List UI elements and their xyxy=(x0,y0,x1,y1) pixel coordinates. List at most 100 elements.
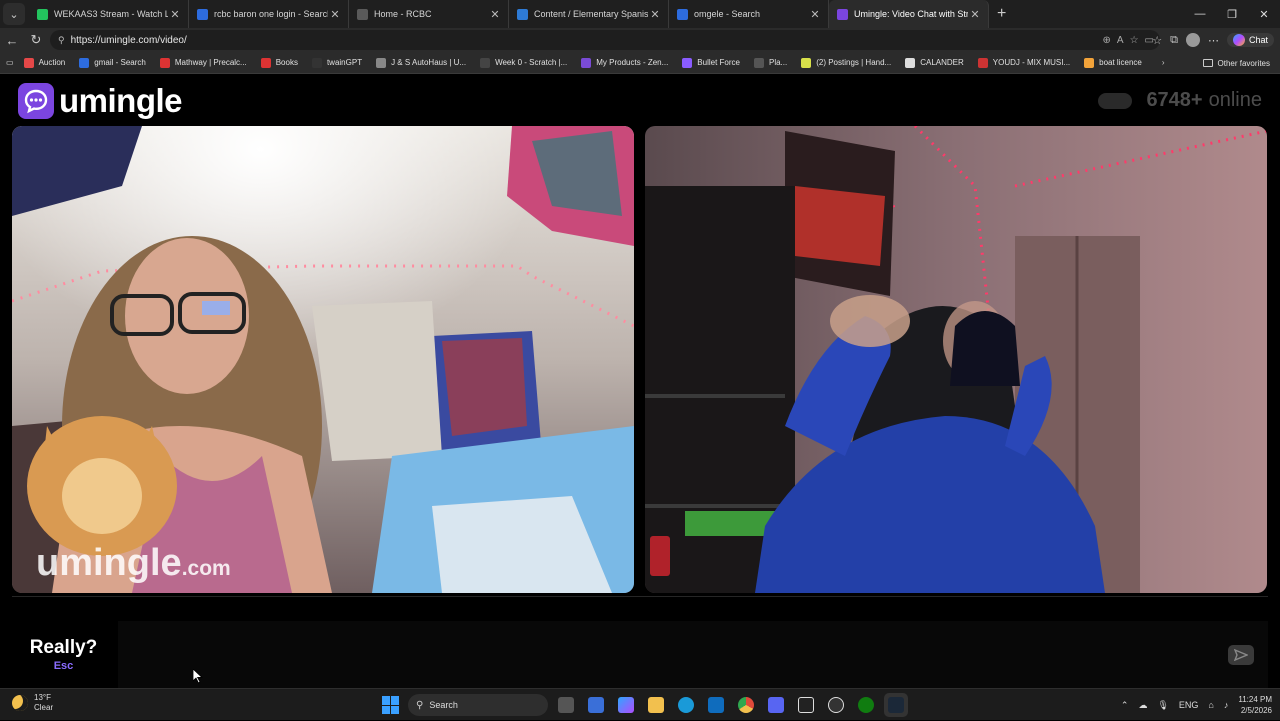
bookmark-item[interactable]: (2) Postings | Hand... xyxy=(801,57,892,68)
skip-esc-button[interactable]: Really? Esc xyxy=(12,621,115,688)
taskbar-search[interactable]: ⚲ Search xyxy=(408,694,548,716)
obs-icon[interactable] xyxy=(824,693,848,717)
window-controls: — ❐ ✕ xyxy=(1184,0,1280,28)
favorites-icon[interactable]: ☆ xyxy=(1152,34,1162,47)
back-button[interactable]: ← xyxy=(0,28,24,52)
weather-desc: Clear xyxy=(34,703,54,712)
weather-widget[interactable]: 13°F Clear xyxy=(12,693,53,713)
close-window-button[interactable]: ✕ xyxy=(1248,0,1280,28)
edge-icon[interactable] xyxy=(674,693,698,717)
profile-avatar[interactable] xyxy=(1185,33,1200,47)
xbox-icon[interactable] xyxy=(854,693,878,717)
bookmark-item[interactable]: CALANDER xyxy=(905,57,964,68)
taskbar-search-label: Search xyxy=(429,700,458,710)
tab-close-icon[interactable]: ✕ xyxy=(328,8,342,21)
bookmark-item[interactable]: Mathway | Precalc... xyxy=(159,57,247,68)
tab-close-icon[interactable]: ✕ xyxy=(648,8,662,21)
bookmark-item[interactable]: J & S AutoHaus | U... xyxy=(376,57,466,68)
bookmark-item[interactable]: My Products - Zen... xyxy=(581,57,669,68)
logo-text: umingle xyxy=(59,82,183,119)
task-view-icon[interactable] xyxy=(554,693,578,717)
esc-key-hint: Esc xyxy=(53,660,74,672)
bookmark-label: (2) Postings | Hand... xyxy=(816,58,892,67)
moon-icon xyxy=(12,695,28,711)
send-arrow-icon xyxy=(1234,649,1248,661)
restore-button[interactable]: ❐ xyxy=(1216,0,1248,28)
discord-icon[interactable] xyxy=(764,693,788,717)
umingle-watermark: umingle.com xyxy=(36,542,231,585)
copilot-app-icon[interactable] xyxy=(614,693,638,717)
browser-tab[interactable]: omgele - Search ✕ xyxy=(669,0,829,28)
file-explorer-icon[interactable] xyxy=(644,693,668,717)
tab-close-icon[interactable]: ✕ xyxy=(808,8,822,21)
steam-icon[interactable] xyxy=(884,693,908,717)
store-icon[interactable] xyxy=(584,693,608,717)
bookmark-label: Bullet Force xyxy=(697,58,740,67)
umingle-page: umingle 6748+ online umingle.com Really?… xyxy=(0,75,1280,688)
onedrive-icon[interactable]: ☁ xyxy=(1138,700,1147,711)
bookmarks-overflow-icon[interactable]: › xyxy=(1162,58,1165,67)
bookmark-label: Week 0 - Scratch |... xyxy=(495,58,568,67)
browser-tab[interactable]: WEKAAS3 Stream - Watch Live on✕ xyxy=(29,0,189,28)
bookmark-item[interactable]: Week 0 - Scratch |... xyxy=(480,57,568,68)
send-button[interactable] xyxy=(1228,645,1254,665)
umingle-logo[interactable]: umingle xyxy=(18,82,183,120)
address-bar[interactable]: ⚲ https://umingle.com/video/ ⊕ A ☆ ▭ xyxy=(50,30,1160,50)
zoom-icon[interactable]: ⊕ xyxy=(1103,35,1111,46)
minimize-button[interactable]: — xyxy=(1184,0,1216,28)
read-aloud-icon[interactable]: A xyxy=(1117,35,1124,46)
bookmark-sidebar-icon[interactable]: ▭ xyxy=(6,58,14,67)
collections-icon[interactable]: ⧉ xyxy=(1170,34,1178,47)
bookmark-item[interactable]: Pla... xyxy=(753,57,787,68)
language-indicator[interactable]: ENG xyxy=(1179,700,1199,710)
theme-toggle[interactable] xyxy=(1098,92,1133,109)
bookmark-label: twainGPT xyxy=(326,58,363,67)
tab-close-icon[interactable]: ✕ xyxy=(168,8,182,21)
bookmark-label: YOUDJ - MIX MUSI... xyxy=(992,58,1071,67)
tab-close-icon[interactable]: ✕ xyxy=(488,8,502,21)
bookmark-favicon-icon xyxy=(682,57,693,68)
bookmark-item[interactable]: Bullet Force xyxy=(682,57,740,68)
more-menu-icon[interactable]: ⋯ xyxy=(1208,34,1219,47)
bookmark-item[interactable]: Books xyxy=(260,57,298,68)
tab-title: Content / Elementary Spanish I (SP xyxy=(534,9,648,19)
browser-tab[interactable]: Home - RCBC ✕ xyxy=(349,0,509,28)
bookmark-label: Books xyxy=(275,58,298,67)
bookmark-item[interactable]: Auction xyxy=(23,57,66,68)
start-button[interactable] xyxy=(380,694,402,716)
bookmark-item[interactable]: gmail - Search xyxy=(79,57,146,68)
epic-games-icon[interactable] xyxy=(794,693,818,717)
refresh-button[interactable]: ↻ xyxy=(24,28,48,52)
bookmark-favicon-icon xyxy=(159,57,170,68)
chrome-icon[interactable] xyxy=(734,693,758,717)
bookmark-label: Auction xyxy=(38,58,66,67)
bookmark-item[interactable]: YOUDJ - MIX MUSI... xyxy=(977,57,1071,68)
bookmark-label: My Products - Zen... xyxy=(596,58,669,67)
bookmark-favicon-icon xyxy=(581,57,592,68)
clock-date: 2/5/2026 xyxy=(1240,706,1272,715)
browser-tab[interactable]: rcbc baron one login - Search ✕ xyxy=(189,0,349,28)
browser-tab[interactable]: Umingle: Video Chat with Stra ✕ xyxy=(829,0,989,28)
bookmark-favicon-icon xyxy=(260,57,271,68)
online-status: 6748+ online xyxy=(1098,89,1262,112)
tab-actions-menu-button[interactable]: ⌄ xyxy=(3,3,25,25)
bookmark-item[interactable]: boat licence xyxy=(1084,57,1142,68)
windows-taskbar: 13°F Clear ⚲ Search ⌃ ☁ 🎙 ENG ⌂ ♪ 11:24 … xyxy=(0,688,1280,720)
other-favorites[interactable]: Other favorites xyxy=(1202,52,1270,73)
volume-icon[interactable]: ♪ xyxy=(1224,700,1229,710)
favorite-star-icon[interactable]: ☆ xyxy=(1130,35,1139,46)
copilot-chat-button[interactable]: Chat xyxy=(1226,33,1274,47)
network-icon[interactable]: ⌂ xyxy=(1208,700,1213,710)
site-info-icon[interactable]: ⚲ xyxy=(58,35,65,46)
tab-close-icon[interactable]: ✕ xyxy=(968,8,982,21)
tray-overflow-icon[interactable]: ⌃ xyxy=(1121,700,1129,711)
other-favorites-label: Other favorites xyxy=(1217,58,1270,68)
chat-message-input[interactable] xyxy=(118,621,1268,688)
outlook-icon[interactable] xyxy=(704,693,728,717)
microphone-icon[interactable]: 🎙 xyxy=(1157,700,1168,711)
online-label: online xyxy=(1208,89,1262,111)
new-tab-button[interactable]: + xyxy=(997,5,1006,23)
browser-tab[interactable]: Content / Elementary Spanish I (SP✕ xyxy=(509,0,669,28)
bookmark-item[interactable]: twainGPT xyxy=(311,57,363,68)
taskbar-clock[interactable]: 11:24 PM 2/5/2026 xyxy=(1238,694,1272,716)
